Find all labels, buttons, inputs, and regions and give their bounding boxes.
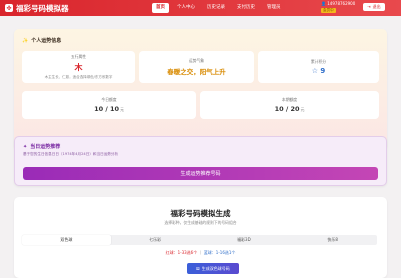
month-quota-number: 10 / 20: [274, 105, 300, 113]
score-number: 9: [320, 67, 326, 75]
element-value: 木: [74, 63, 83, 72]
element-tile: 五行属性 木 木主生长、仁慈，适合选择绿色/东方系数字: [22, 51, 135, 83]
logout-button[interactable]: ⇥ 退出: [363, 3, 385, 11]
luck-tile: 运势气象 春暖之交，阳气上升: [139, 51, 254, 83]
red-ball-rule: 红球：1-33选6个: [165, 250, 198, 255]
score-tile: 累计积分 ☆ 9: [258, 51, 379, 83]
user-info: 👤 14978762900 会员中: [321, 1, 355, 13]
element-desc: 木主生长、仁慈，适合选择绿色/东方系数字: [44, 75, 113, 79]
tab-shuangseqiu[interactable]: 双色球: [22, 235, 111, 245]
sparkle-icon: ✨: [22, 37, 29, 44]
month-quota-label: 本期额度: [281, 97, 298, 102]
star-icon: ☆: [311, 67, 318, 75]
tab-qilecai[interactable]: 七乐彩: [111, 235, 200, 245]
nav-home[interactable]: 首页: [152, 3, 169, 13]
nav-history[interactable]: 历史记录: [203, 3, 229, 13]
dice-icon: ⚄: [196, 266, 200, 271]
fortune-title-text: 个人运势信息: [31, 38, 62, 44]
magic-wand-icon: ✦: [23, 143, 28, 150]
vip-badge: 会员中: [321, 8, 336, 13]
logout-label: 退出: [372, 4, 381, 9]
month-quota-unit: 元: [300, 107, 305, 112]
month-quota-value: 10 / 20元: [275, 105, 305, 113]
nav-admin[interactable]: 管理员: [263, 3, 285, 13]
today-quota-number: 10 / 10: [94, 105, 120, 113]
fortune-section-title: ✨ 个人运势信息: [22, 37, 62, 45]
today-quota-value: 10 / 10元: [94, 105, 124, 113]
blue-ball-rule: 蓝球：1-16选1个: [203, 250, 236, 255]
tab-kuaile8[interactable]: 快乐8: [288, 235, 377, 245]
nav-profile[interactable]: 个人中心: [173, 3, 199, 13]
generator-card: 福彩号码模拟生成 选择彩种，仅生成基础的规则下的号码组合 双色球 七乐彩 福彩3…: [14, 197, 387, 278]
clover-icon: ✤: [5, 4, 13, 12]
score-label: 累计积分: [310, 59, 327, 64]
lucky-section-title: ✦ 当日运势推荐: [23, 143, 61, 151]
user-icon: 👤: [321, 1, 326, 6]
today-quota-tile: 今日额度 10 / 10元: [22, 91, 196, 119]
element-label: 五行属性: [70, 54, 87, 59]
tab-fucai3d[interactable]: 福彩3D: [200, 235, 289, 245]
generator-title: 福彩号码模拟生成: [170, 209, 231, 218]
score-value: ☆ 9: [312, 67, 326, 75]
lucky-title-text: 当日运势推荐: [30, 144, 61, 150]
nav-payments[interactable]: 支付历史: [233, 3, 259, 13]
luck-value: 春暖之交，阳气上升: [167, 68, 226, 76]
rule-separator: ｜: [198, 250, 203, 255]
generate-numbers-label: 生成双色球号码: [201, 265, 230, 271]
generate-numbers-button[interactable]: ⚄ 生成双色球号码: [187, 263, 239, 274]
lucky-card: ✦ 当日运势推荐 基于您的生日信息日日（1974年4月24日）和当日运势分析 生…: [14, 136, 387, 186]
app-title: 福彩号码模拟器: [16, 3, 69, 13]
top-header: ✤ 福彩号码模拟器 首页 个人中心 历史记录 支付历史 管理员 👤 149787…: [0, 0, 401, 16]
month-quota-tile: 本期额度 10 / 20元: [200, 91, 379, 119]
fortune-card: ✨ 个人运势信息 五行属性 木 木主生长、仁慈，适合选择绿色/东方系数字 运势气…: [14, 29, 387, 150]
today-quota-unit: 元: [120, 107, 124, 112]
logout-icon: ⇥: [367, 4, 371, 9]
user-phone-text: 14978762900: [327, 1, 356, 6]
lottery-tabs: 双色球 七乐彩 福彩3D 快乐8: [22, 235, 377, 245]
generate-lucky-button[interactable]: 生成运势推荐号码: [23, 167, 378, 180]
generator-desc: 选择彩种，仅生成基础的规则下的号码组合: [164, 220, 237, 225]
user-area: 👤 14978762900 会员中 ⇥ 退出: [321, 1, 385, 13]
main-nav: 首页 个人中心 历史记录 支付历史 管理员: [152, 3, 289, 13]
luck-label: 运势气象: [188, 58, 205, 63]
rule-line: 红球：1-33选6个 ｜ 蓝球：1-16选1个: [14, 250, 387, 256]
app-logo[interactable]: ✤ 福彩号码模拟器: [5, 3, 69, 14]
today-quota-label: 今日额度: [101, 97, 117, 102]
lucky-desc: 基于您的生日信息日日（1974年4月24日）和当日运势分析: [23, 152, 119, 156]
user-phone: 👤 14978762900: [321, 1, 355, 7]
